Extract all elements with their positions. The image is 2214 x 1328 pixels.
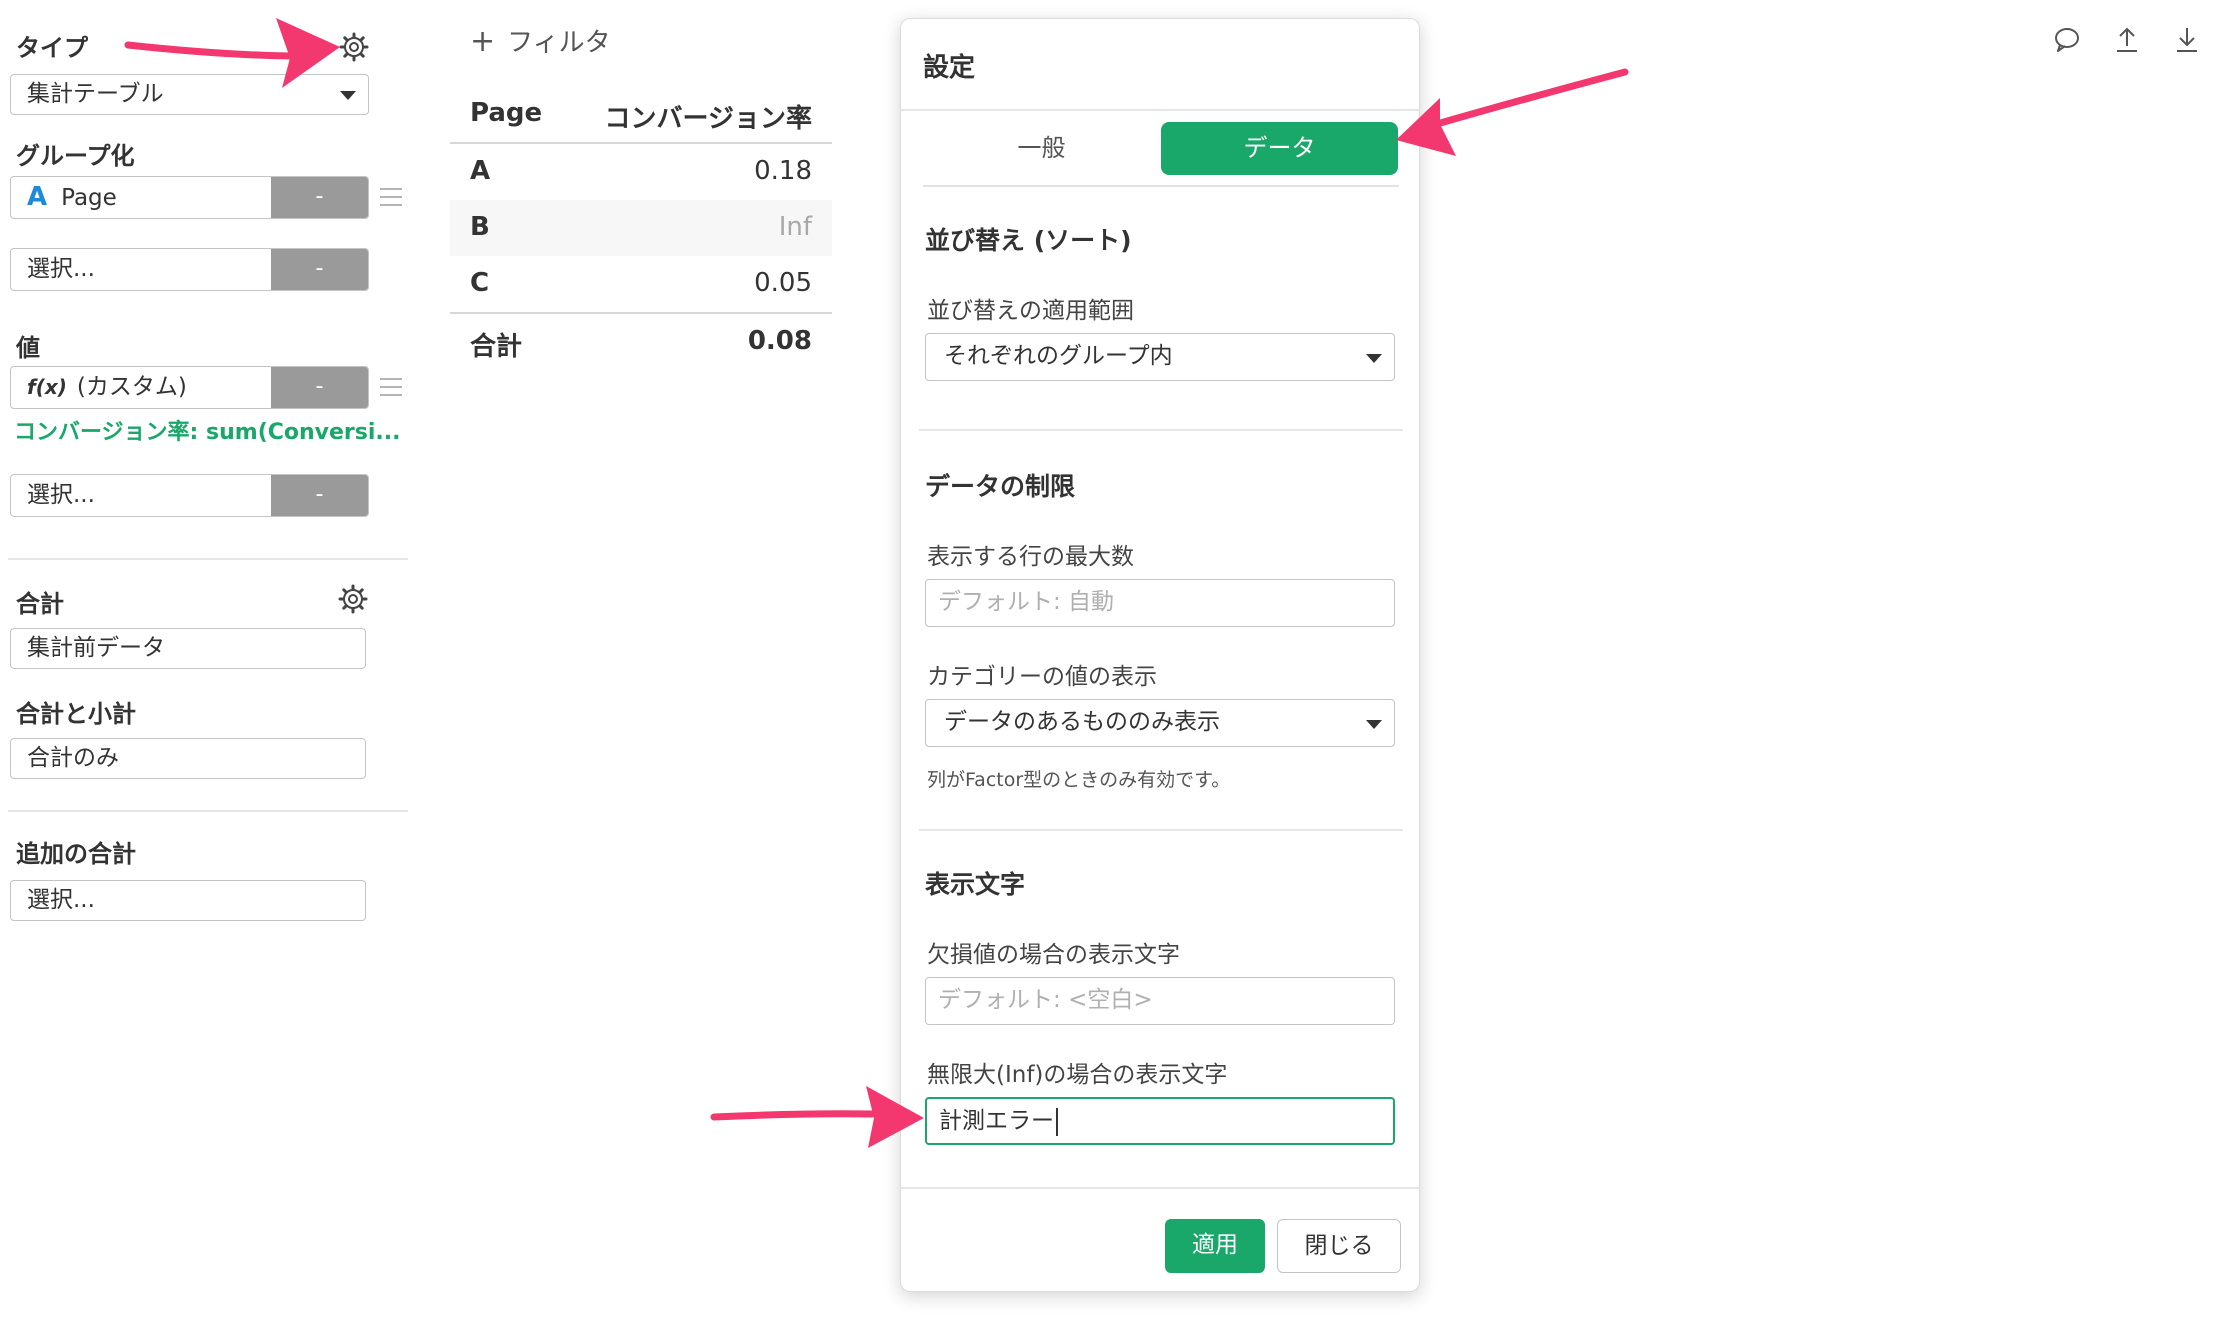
table-row: B Inf xyxy=(450,200,832,256)
close-button[interactable]: 閉じる xyxy=(1277,1219,1401,1273)
group-item-page[interactable]: A Page - xyxy=(10,176,369,219)
gear-icon[interactable] xyxy=(339,32,369,62)
sort-scope-select[interactable]: それぞれのグループ内 xyxy=(925,333,1395,381)
table-cell: 0.05 xyxy=(754,268,812,298)
divider xyxy=(901,1187,1419,1189)
total-select[interactable]: 集計前データ xyxy=(10,628,366,669)
value-select-remove-button[interactable]: - xyxy=(271,475,368,516)
value-item-custom[interactable]: f(x) (カスタム) - xyxy=(10,366,369,409)
sort-scope-label: 並び替えの適用範囲 xyxy=(927,298,1134,324)
group-select[interactable]: 選択... - xyxy=(10,248,369,291)
value-item-remove-button[interactable]: - xyxy=(271,367,368,408)
inf-text-input[interactable]: 計測エラー xyxy=(925,1097,1395,1145)
value-label: 値 xyxy=(16,334,40,362)
table-cell: Inf xyxy=(778,212,812,242)
group-item-remove-button[interactable]: - xyxy=(271,177,368,218)
value-select[interactable]: 選択... - xyxy=(10,474,369,517)
download-icon[interactable] xyxy=(2172,24,2202,54)
na-text-input[interactable]: デフォルト: <空白> xyxy=(925,977,1395,1025)
table-cell: A xyxy=(470,156,491,186)
inf-text-label: 無限大(Inf)の場合の表示文字 xyxy=(927,1062,1228,1088)
inf-text-value: 計測エラー xyxy=(939,1108,1054,1134)
arrow-to-inf-input-icon xyxy=(710,1086,924,1148)
extra-total-label: 追加の合計 xyxy=(16,840,136,868)
divider xyxy=(923,185,1399,187)
value-select-label: 選択... xyxy=(27,482,95,508)
plus-icon: + xyxy=(470,24,496,59)
table-cell: 0.18 xyxy=(754,156,812,186)
column-header[interactable]: コンバージョン率 xyxy=(605,98,812,135)
comment-icon[interactable] xyxy=(2052,24,2082,54)
table-cell: 0.08 xyxy=(747,326,812,356)
subtotal-select[interactable]: 合計のみ xyxy=(10,738,366,779)
column-header[interactable]: Page xyxy=(470,98,542,128)
divider xyxy=(919,829,1403,831)
tab-data[interactable]: データ xyxy=(1161,122,1398,175)
caret-down-icon xyxy=(340,91,356,100)
group-select-label: 選択... xyxy=(27,256,95,282)
value-item-label: (カスタム) xyxy=(76,374,187,400)
category-display-label: カテゴリーの値の表示 xyxy=(927,664,1157,690)
tab-general[interactable]: 一般 xyxy=(923,122,1160,175)
max-rows-label: 表示する行の最大数 xyxy=(927,544,1134,570)
summary-table: Page コンバージョン率 A 0.18 B Inf C 0.05 合計 0.0… xyxy=(450,90,832,368)
gear-icon[interactable] xyxy=(338,584,368,614)
extra-total-select[interactable]: 選択... xyxy=(10,880,366,921)
app-root: タイプ 集計テーブル グループ化 A Page - 選択... - 値 f(x) (… xyxy=(0,0,2214,1328)
divider xyxy=(8,558,408,560)
table-header: Page コンバージョン率 xyxy=(450,90,832,144)
table-cell: 合計 xyxy=(470,332,523,362)
table-cell: C xyxy=(470,268,490,298)
table-row: C 0.05 xyxy=(450,256,832,312)
group-select-remove-button[interactable]: - xyxy=(271,249,368,290)
value-formula-link[interactable]: コンバージョン率: sum(Conversi... xyxy=(14,414,401,446)
filter-label: フィルタ xyxy=(507,28,611,58)
upload-icon[interactable] xyxy=(2112,24,2142,54)
text-cursor xyxy=(1056,1107,1058,1136)
settings-dialog: 設定 一般 データ 並び替え (ソート) 並び替えの適用範囲 それぞれのグループ… xyxy=(900,18,1420,1292)
add-filter-button[interactable]: + フィルタ xyxy=(470,22,611,59)
type-label: タイプ xyxy=(16,34,88,62)
apply-button[interactable]: 適用 xyxy=(1165,1219,1265,1273)
dialog-title: 設定 xyxy=(923,53,976,83)
total-label: 合計 xyxy=(16,590,64,618)
display-text-heading: 表示文字 xyxy=(925,870,1026,899)
drag-handle-icon[interactable] xyxy=(380,378,402,402)
category-display-value: データのあるもののみ表示 xyxy=(944,709,1220,735)
group-item-label: Page xyxy=(61,185,117,211)
divider xyxy=(901,109,1419,111)
group-label: グループ化 xyxy=(16,142,135,170)
sort-heading: 並び替え (ソート) xyxy=(925,226,1132,255)
table-cell: B xyxy=(470,212,490,242)
caret-down-icon xyxy=(1366,354,1382,363)
function-icon: f(x) xyxy=(27,375,67,399)
limit-heading: データの制限 xyxy=(925,472,1076,501)
table-row: A 0.18 xyxy=(450,144,832,200)
category-display-select[interactable]: データのあるもののみ表示 xyxy=(925,699,1395,747)
type-select-value: 集計テーブル xyxy=(27,81,164,107)
subtotal-label: 合計と小計 xyxy=(16,700,136,728)
max-rows-input[interactable]: デフォルト: 自動 xyxy=(925,579,1395,627)
caret-down-icon xyxy=(1366,720,1382,729)
factor-help-text: 列がFactor型のときのみ有効です。 xyxy=(927,769,1231,791)
text-type-icon: A xyxy=(27,182,48,212)
type-select[interactable]: 集計テーブル xyxy=(10,74,369,115)
arrow-to-data-tab-icon xyxy=(1396,68,1629,156)
table-total-row: 合計 0.08 xyxy=(450,312,832,368)
sort-scope-value: それぞれのグループ内 xyxy=(944,343,1173,369)
divider xyxy=(8,810,408,812)
na-text-label: 欠損値の場合の表示文字 xyxy=(927,942,1180,968)
drag-handle-icon[interactable] xyxy=(380,188,402,212)
divider xyxy=(919,429,1403,431)
